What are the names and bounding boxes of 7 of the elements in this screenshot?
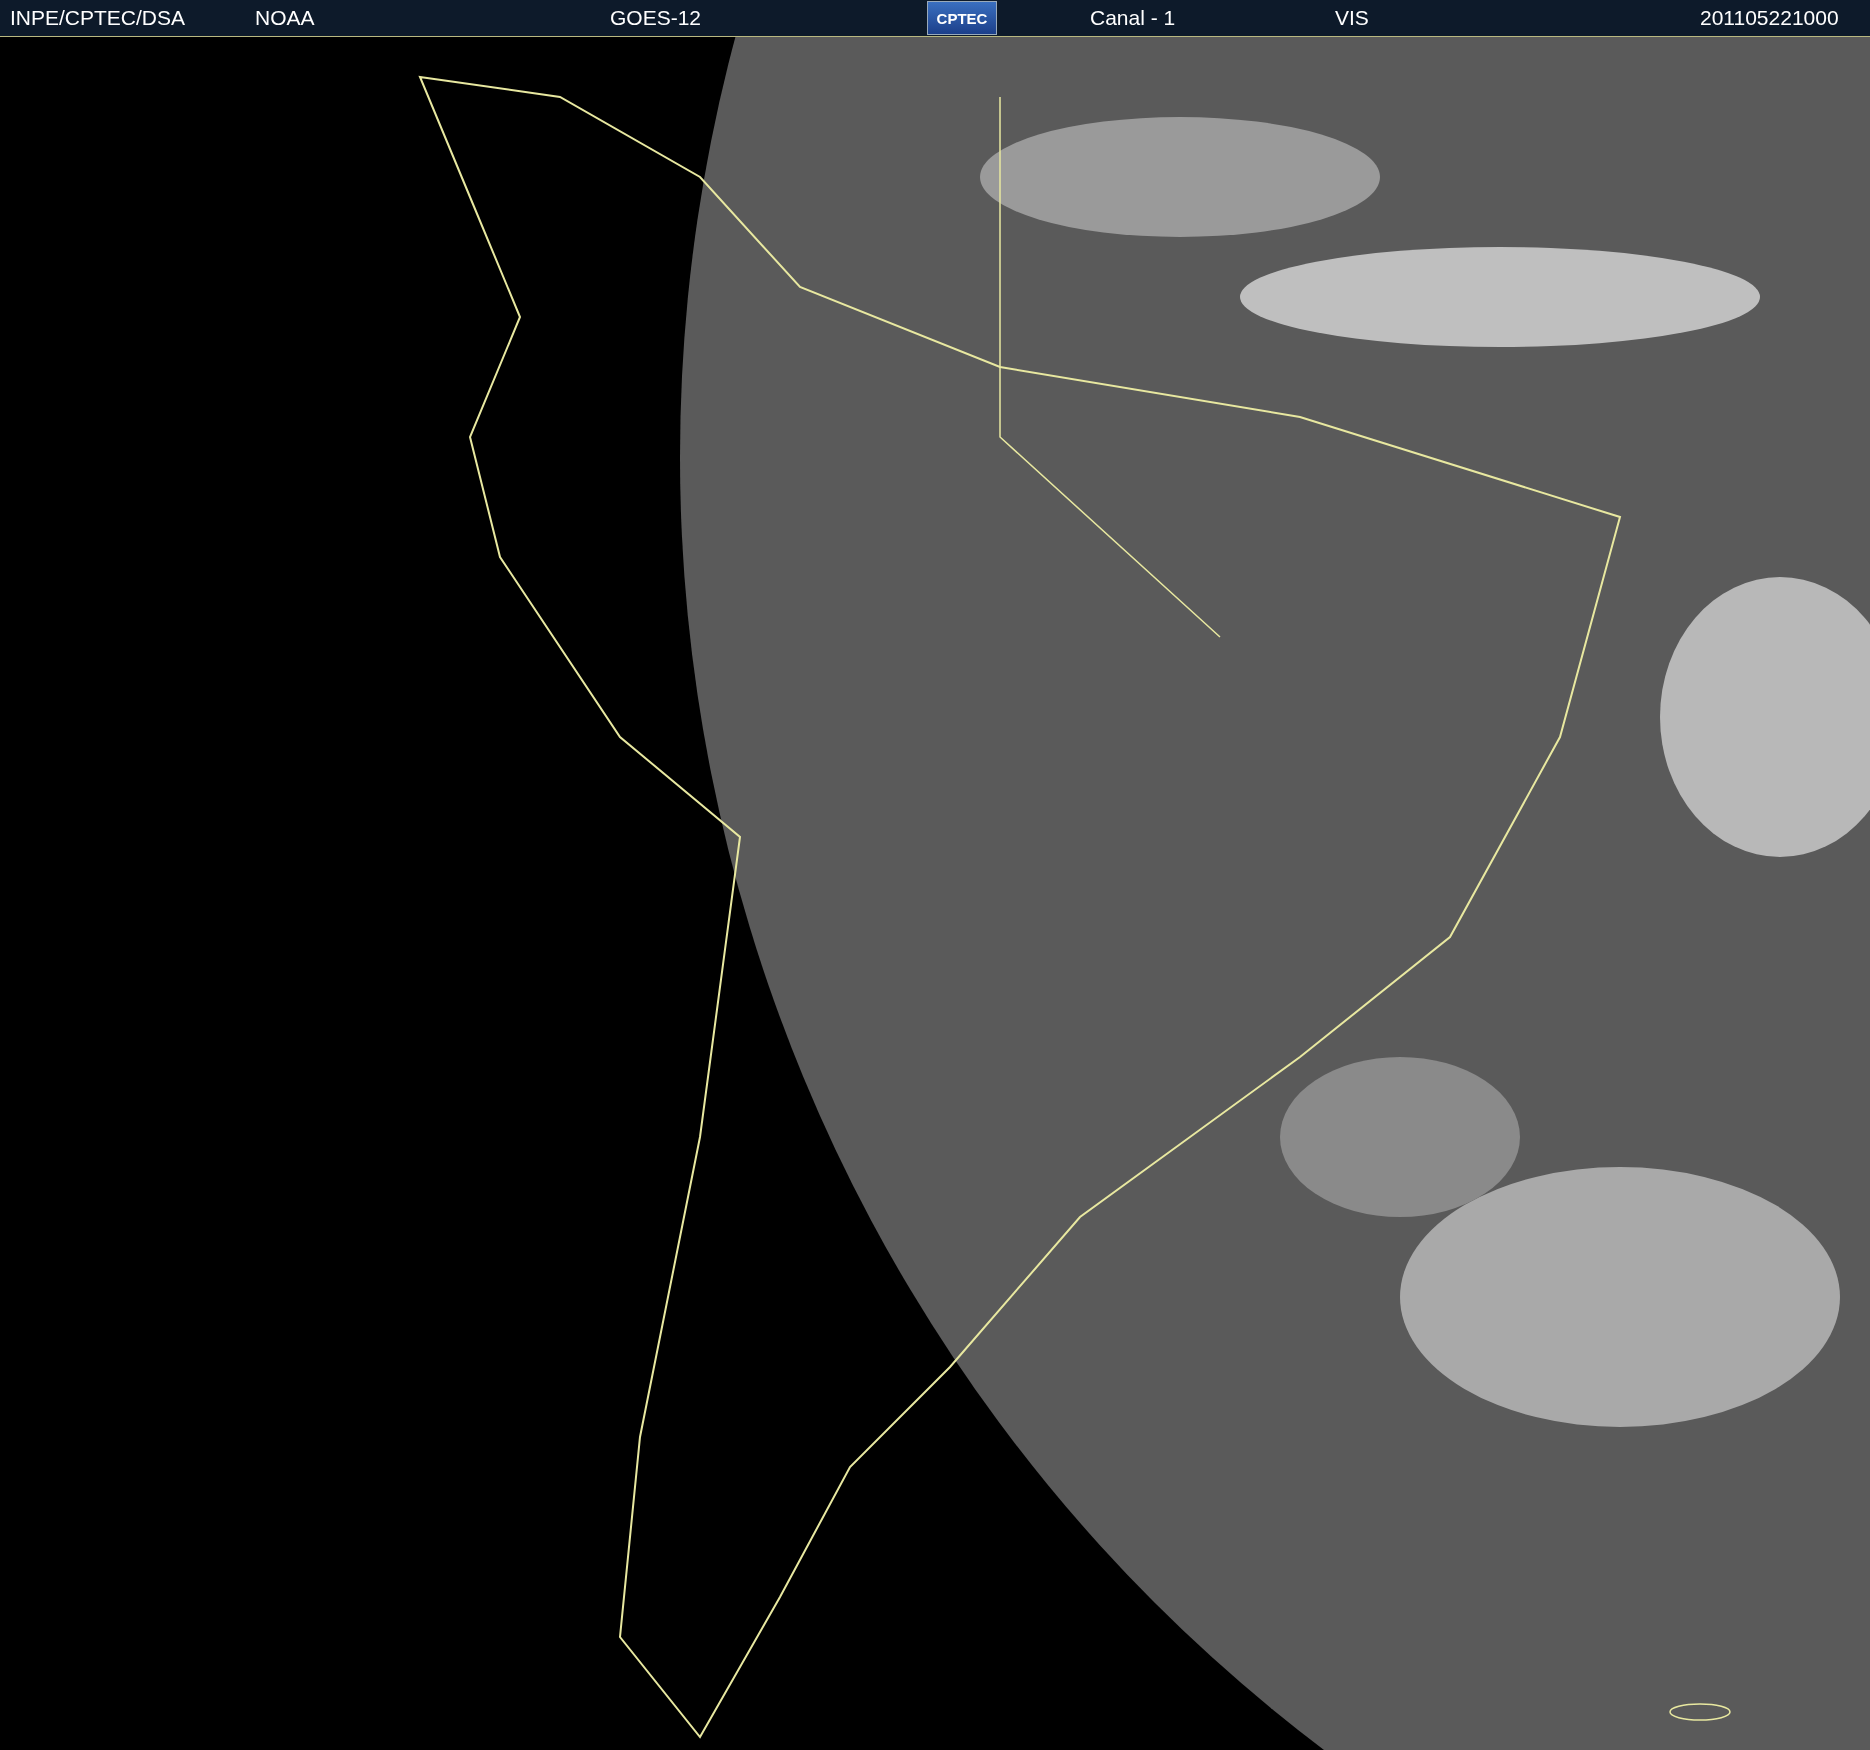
header-label: INPE/CPTEC/DSA: [10, 6, 187, 30]
header-label: 201105221000: [1700, 6, 1840, 30]
header-label: GOES-12: [610, 6, 703, 30]
header-label: NOAA: [255, 6, 316, 30]
header-label: VIS: [1335, 6, 1370, 30]
header-label: Canal - 1: [1090, 6, 1177, 30]
logo: CPTEC: [927, 1, 997, 35]
